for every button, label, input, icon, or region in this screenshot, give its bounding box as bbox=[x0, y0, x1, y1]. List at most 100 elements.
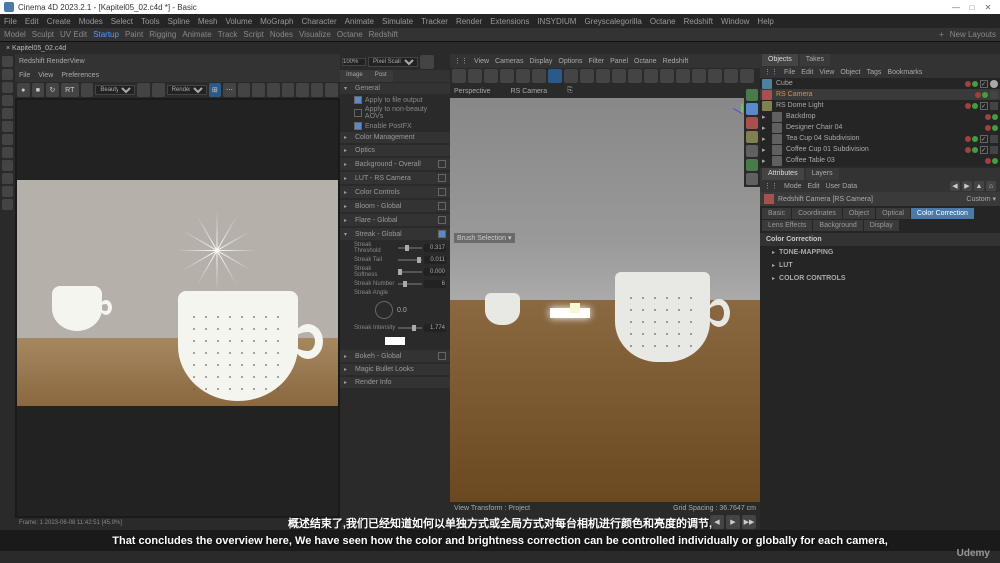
menu-octane[interactable]: Octane bbox=[650, 17, 676, 26]
vp-tool-2-icon[interactable] bbox=[468, 69, 482, 83]
attr-tab-background[interactable]: Background bbox=[813, 220, 862, 231]
vp-perspective-label[interactable]: Perspective bbox=[454, 88, 491, 95]
side-spline-icon[interactable] bbox=[746, 103, 758, 115]
props-section-bloom[interactable]: ▸Bloom - Global bbox=[340, 200, 450, 212]
obj-menu-view[interactable]: View bbox=[819, 69, 834, 76]
vp-tool-10-icon[interactable] bbox=[596, 69, 610, 83]
render-tool-10-icon[interactable] bbox=[325, 83, 338, 97]
vp-grip-icon[interactable]: ⋮⋮ bbox=[454, 57, 468, 65]
viewport-coffee-cup[interactable] bbox=[615, 272, 710, 362]
vp-tool-15-icon[interactable] bbox=[676, 69, 690, 83]
vp-camera-icon[interactable]: ⎘ bbox=[567, 87, 573, 95]
vp-tool-13-icon[interactable] bbox=[644, 69, 658, 83]
live-selection-tool[interactable] bbox=[2, 56, 13, 67]
attr-tab-layers[interactable]: Layers bbox=[806, 168, 839, 180]
layout-octane[interactable]: Octane bbox=[337, 30, 363, 39]
attr-tab-attributes[interactable]: Attributes bbox=[762, 168, 804, 180]
render-dots-icon[interactable]: ⋯ bbox=[223, 83, 236, 97]
props-streak-number[interactable]: Streak Number6 bbox=[340, 279, 450, 289]
streak-color-swatch[interactable] bbox=[385, 337, 405, 345]
attr-custom-dropdown[interactable]: Custom ▾ bbox=[966, 195, 996, 203]
props-section-background[interactable]: ▸Background - Overall bbox=[340, 158, 450, 170]
viewport-3d-view[interactable]: Brush Selection ▾ bbox=[450, 98, 760, 502]
props-apply-file-output[interactable]: Apply to file output bbox=[340, 95, 450, 105]
menu-edit[interactable]: Edit bbox=[25, 17, 39, 26]
attr-tab-lens-effects[interactable]: Lens Effects bbox=[762, 220, 812, 231]
attr-nav-up-icon[interactable]: ▲ bbox=[974, 181, 984, 191]
layout-startup[interactable]: Startup bbox=[93, 30, 119, 39]
menu-help[interactable]: Help bbox=[757, 17, 773, 26]
render-tool-2-icon[interactable] bbox=[137, 83, 150, 97]
render-tool-6-icon[interactable] bbox=[267, 83, 280, 97]
menu-insydium[interactable]: INSYDIUM bbox=[537, 17, 576, 26]
layout-paint[interactable]: Paint bbox=[125, 30, 143, 39]
menu-modes[interactable]: Modes bbox=[79, 17, 103, 26]
render-view-dropdown[interactable]: Beauty bbox=[95, 85, 135, 95]
obj-grip-icon[interactable]: ⋮⋮ bbox=[764, 68, 778, 76]
vp-tool-12-icon[interactable] bbox=[628, 69, 642, 83]
vp-menu-filter[interactable]: Filter bbox=[589, 58, 605, 65]
render-refresh-icon[interactable]: ↻ bbox=[46, 83, 59, 97]
layout-sculpt[interactable]: Sculpt bbox=[32, 30, 54, 39]
attr-tone-mapping[interactable]: TONE-MAPPING bbox=[760, 246, 1000, 259]
menu-mesh[interactable]: Mesh bbox=[198, 17, 218, 26]
tool-e[interactable] bbox=[2, 160, 13, 171]
props-tab-image[interactable]: Image bbox=[340, 70, 369, 82]
vp-tool-19-icon[interactable] bbox=[740, 69, 754, 83]
rotate-tool[interactable] bbox=[2, 82, 13, 93]
render-tool-9-icon[interactable] bbox=[311, 83, 324, 97]
menu-redshift[interactable]: Redshift bbox=[684, 17, 713, 26]
render-tool-4-icon[interactable] bbox=[238, 83, 251, 97]
menu-tracker[interactable]: Tracker bbox=[421, 17, 448, 26]
layout-redshift[interactable]: Redshift bbox=[369, 30, 398, 39]
props-streak-threshold[interactable]: Streak Threshold0.317 bbox=[340, 241, 450, 255]
layout-rigging[interactable]: Rigging bbox=[149, 30, 176, 39]
attr-tab-basic[interactable]: Basic bbox=[762, 208, 791, 219]
attr-tab-display[interactable]: Display bbox=[864, 220, 899, 231]
render-menu-preferences[interactable]: Preferences bbox=[61, 72, 99, 79]
props-enable-postfx[interactable]: Enable PostFX bbox=[340, 121, 450, 131]
vp-tool-17-icon[interactable] bbox=[708, 69, 722, 83]
doc-tab[interactable]: × Kapitel05_02.c4d bbox=[6, 45, 66, 52]
render-tool-8-icon[interactable] bbox=[296, 83, 309, 97]
layout-uvedit[interactable]: UV Edit bbox=[60, 30, 87, 39]
render-menu-view[interactable]: View bbox=[38, 72, 53, 79]
menu-greyscalegorilla[interactable]: Greyscalegorilla bbox=[584, 17, 641, 26]
attr-color-controls[interactable]: COLOR CONTROLS bbox=[760, 272, 1000, 285]
props-section-color-mgmt[interactable]: ▸Color Management bbox=[340, 132, 450, 143]
obj-menu-edit[interactable]: Edit bbox=[801, 69, 813, 76]
side-light-icon[interactable] bbox=[746, 131, 758, 143]
obj-row-rs-camera[interactable]: RS Camera bbox=[760, 89, 1000, 100]
vp-menu-panel[interactable]: Panel bbox=[610, 58, 628, 65]
props-tab-post[interactable]: Post bbox=[369, 70, 393, 82]
obj-menu-bookmarks[interactable]: Bookmarks bbox=[887, 69, 922, 76]
menu-simulate[interactable]: Simulate bbox=[382, 17, 413, 26]
vp-tool-1-icon[interactable] bbox=[452, 69, 466, 83]
layout-track[interactable]: Track bbox=[218, 30, 238, 39]
render-tool-7-icon[interactable] bbox=[282, 83, 295, 97]
tool-b[interactable] bbox=[2, 121, 13, 132]
viewport-cube[interactable] bbox=[570, 303, 580, 313]
tool-c[interactable] bbox=[2, 134, 13, 145]
layout-script[interactable]: Script bbox=[243, 30, 263, 39]
menu-spline[interactable]: Spline bbox=[168, 17, 190, 26]
obj-row-coffee-cup[interactable]: ▸Coffee Cup 01 Subdivision bbox=[760, 144, 1000, 155]
props-section-streak[interactable]: ▾Streak - Global bbox=[340, 228, 450, 240]
menu-window[interactable]: Window bbox=[721, 17, 749, 26]
side-camera-icon[interactable] bbox=[746, 117, 758, 129]
move-tool[interactable] bbox=[2, 69, 13, 80]
side-gear-icon[interactable] bbox=[746, 173, 758, 185]
render-rt-icon[interactable]: RT bbox=[61, 83, 79, 97]
layout-nodes[interactable]: Nodes bbox=[270, 30, 293, 39]
render-grid-icon[interactable]: ⊞ bbox=[209, 83, 222, 97]
scale-tool[interactable] bbox=[2, 95, 13, 106]
side-tool-icon[interactable] bbox=[746, 159, 758, 171]
obj-row-backdrop[interactable]: ▸Backdrop bbox=[760, 111, 1000, 122]
render-start-icon[interactable]: ● bbox=[17, 83, 30, 97]
menu-file[interactable]: File bbox=[4, 17, 17, 26]
attr-tab-optical[interactable]: Optical bbox=[876, 208, 910, 219]
render-mode-dropdown[interactable]: Render bbox=[167, 85, 207, 95]
obj-menu-object[interactable]: Object bbox=[840, 69, 860, 76]
attr-lut[interactable]: LUT bbox=[760, 259, 1000, 272]
rp-tab-takes[interactable]: Takes bbox=[800, 54, 830, 66]
